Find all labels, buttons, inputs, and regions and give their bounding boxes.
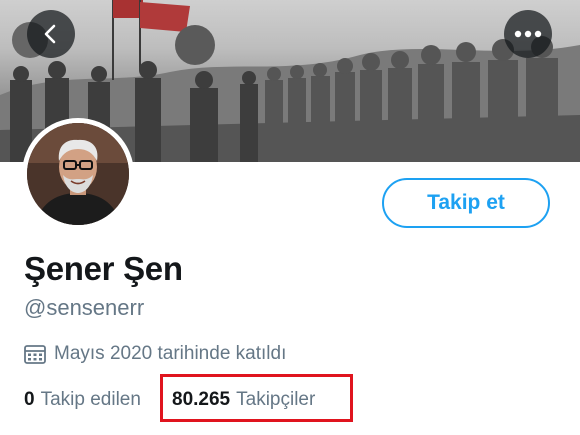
following-label: Takip edilen bbox=[40, 389, 141, 410]
avatar-image bbox=[27, 123, 129, 225]
follow-button[interactable]: Takip et bbox=[382, 178, 550, 228]
joined-date: Mayıs 2020 tarihinde katıldı bbox=[24, 343, 286, 365]
profile-handle: @sensenerr bbox=[24, 295, 145, 320]
more-options-button[interactable] bbox=[504, 10, 552, 58]
more-horizontal-icon bbox=[514, 30, 542, 38]
following-stat[interactable]: 0 Takip edilen bbox=[24, 389, 141, 411]
chevron-left-icon bbox=[44, 24, 56, 44]
profile-display-name: Şener Şen bbox=[24, 250, 183, 287]
avatar[interactable] bbox=[22, 118, 134, 230]
profile-stats: 0 Takip edilen bbox=[24, 389, 151, 411]
followers-highlight-box bbox=[160, 374, 353, 422]
calendar-icon bbox=[24, 345, 46, 364]
following-count: 0 bbox=[24, 389, 35, 410]
joined-date-text: Mayıs 2020 tarihinde katıldı bbox=[54, 343, 287, 364]
back-button[interactable] bbox=[27, 10, 75, 58]
